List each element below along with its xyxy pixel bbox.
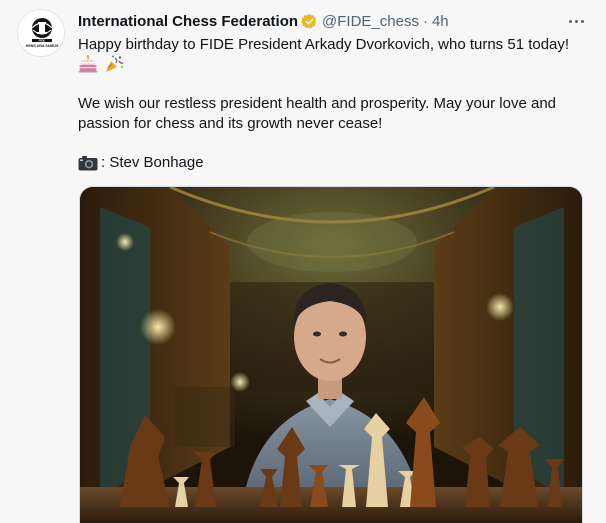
avatar-motto: GENS UNA SUMUS: [26, 44, 59, 48]
author-handle[interactable]: @FIDE_chess: [322, 13, 419, 30]
verified-badge-icon[interactable]: [301, 13, 318, 30]
tweet-text-line: We wish our restless president health an…: [78, 95, 557, 112]
photo-image: [80, 187, 582, 523]
birthday-cake-icon: [78, 55, 98, 73]
photo-credit: : Stev Bonhage: [78, 153, 588, 173]
more-options-icon[interactable]: [566, 11, 586, 31]
avatar[interactable]: FIDE GENS UNA SUMUS: [17, 9, 65, 57]
tweet-header: International Chess Federation @FIDE_che…: [78, 11, 586, 31]
fide-logo-icon: FIDE GENS UNA SUMUS: [26, 18, 59, 48]
emoji-line: [78, 54, 588, 74]
tweet-text-line: passion for chess and its growth never c…: [78, 115, 383, 132]
photo-credit-text: : Stev Bonhage: [101, 154, 204, 171]
tweet-card[interactable]: FIDE GENS UNA SUMUS International Chess …: [0, 0, 606, 523]
avatar-logo-text: FIDE: [39, 39, 46, 43]
separator-dot: ·: [422, 12, 428, 30]
timestamp[interactable]: 4h: [432, 13, 449, 30]
camera-icon: [78, 156, 98, 171]
tweet-photo[interactable]: [79, 186, 583, 523]
tweet-text-line: Happy birthday to FIDE President Arkady …: [78, 36, 570, 53]
author-name[interactable]: International Chess Federation: [78, 13, 298, 30]
party-popper-icon: [106, 55, 124, 72]
